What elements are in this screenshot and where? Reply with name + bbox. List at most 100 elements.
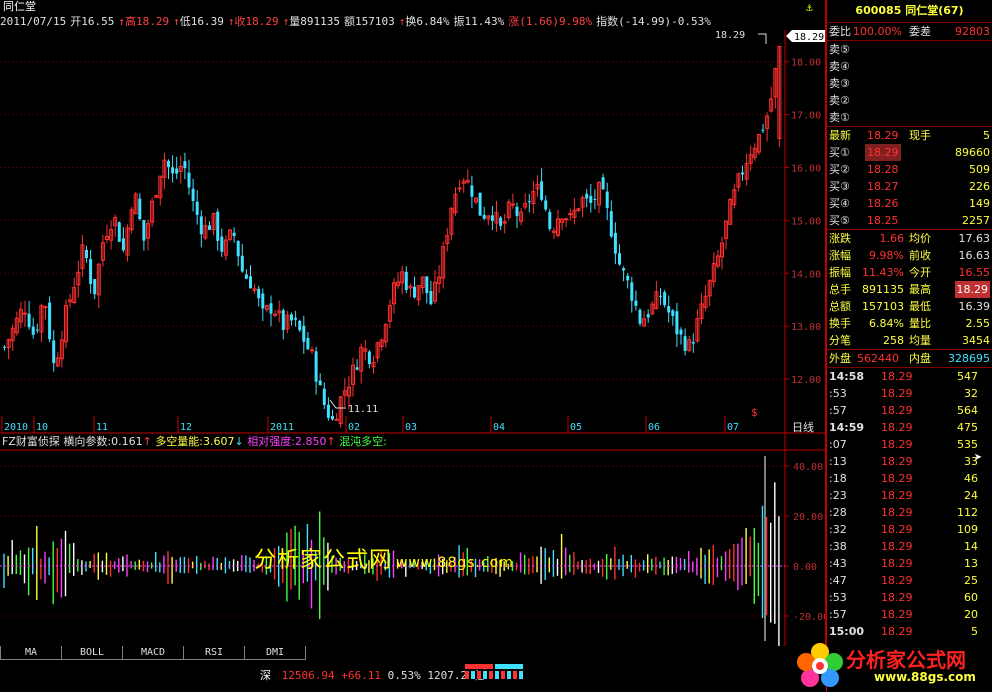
candle-body-down: [183, 161, 187, 169]
market-index[interactable]: 深 12506.94 +66.11 0.53% 1207.29亿: [260, 667, 485, 683]
candle-body-down: [93, 279, 97, 295]
bid-volume: 89660: [955, 146, 990, 159]
tick-volume: 475: [957, 421, 978, 434]
stat-value: 11.43%: [862, 266, 904, 279]
stat-row: 涨跌 1.66 均价 17.63: [827, 230, 992, 247]
candle-body-down: [404, 271, 408, 290]
amount-value: 157103: [354, 15, 395, 28]
tick-volume: 25: [964, 574, 978, 587]
candle-body-down: [679, 329, 683, 335]
site-logo: 分析家公式网 www.88gs.com: [790, 638, 992, 692]
bid-price: 18.29: [865, 144, 901, 161]
candle-body-down: [691, 341, 695, 344]
tick-volume: 109: [957, 523, 978, 536]
tick-volume: 564: [957, 404, 978, 417]
candle-body-down: [638, 309, 642, 324]
indicator-tick-label: -20.00: [793, 612, 826, 623]
tick-row: 14:59 18.29 475: [827, 419, 992, 436]
price-tick-label: 14.00: [791, 269, 821, 280]
candle-body-down: [269, 303, 273, 314]
mouse-cursor-icon: ➤: [974, 450, 983, 466]
amplitude-label: 振: [453, 15, 465, 28]
candle-body-down: [478, 192, 482, 216]
tick-price: 18.29: [881, 608, 913, 621]
tick-time: :28: [829, 506, 847, 519]
candle-body-down: [527, 201, 531, 203]
tick-price: 18.29: [881, 438, 913, 451]
stock-name: 同仁堂(67): [905, 4, 964, 17]
bid-price: 18.27: [867, 180, 899, 193]
tab-ma[interactable]: MA: [0, 646, 62, 660]
tick-volume: 46: [964, 472, 978, 485]
candle-body-down: [85, 249, 88, 258]
candle-body-down: [634, 300, 638, 306]
candle-body-down: [31, 326, 35, 335]
ask-row: 卖③: [827, 75, 992, 92]
param2-label: 多空量能:: [155, 435, 204, 448]
period-label[interactable]: 日线: [792, 420, 814, 434]
tick-price: 18.29: [881, 370, 913, 383]
tick-list[interactable]: 14:58 18.29 547:53 18.29 32:57 18.29 564 14:59 1…: [827, 368, 992, 640]
candle-body-up: [510, 203, 515, 206]
candle-body-down: [482, 214, 486, 219]
candle-body-down: [302, 325, 306, 342]
tab-boll[interactable]: BOLL: [61, 646, 123, 660]
time-label: 2010: [4, 422, 28, 433]
anchor-icon[interactable]: ⚓: [806, 1, 813, 14]
stat-row: 总手 891135 最高 18.29: [827, 281, 992, 298]
stat-label: 涨跌: [829, 232, 851, 245]
low-label: 低: [179, 15, 191, 28]
tick-time: :53: [829, 591, 847, 604]
candle-body-down: [429, 290, 433, 305]
candle-body-down: [294, 317, 298, 320]
tick-time: :18: [829, 472, 847, 485]
tab-dmi[interactable]: DMI: [244, 646, 306, 660]
price-tick-label: 13.00: [791, 322, 821, 333]
ask-label: 卖①: [829, 111, 850, 124]
candle-body-down: [244, 274, 248, 279]
tick-volume: 13: [964, 557, 978, 570]
candle-body-down: [306, 337, 310, 350]
tick-price: 18.29: [881, 506, 913, 519]
candle-body-down: [540, 181, 544, 200]
tick-time: 14:58: [829, 370, 865, 383]
time-label: 10: [36, 422, 48, 433]
time-label: 07: [727, 422, 739, 433]
flower-logo-icon: [797, 643, 843, 687]
tick-row: :57 18.29 564: [827, 402, 992, 419]
tick-row: :57 18.29 20: [827, 606, 992, 623]
candle-body-down: [257, 288, 261, 299]
bid-volume: 2257: [962, 214, 990, 227]
tick-row: :43 18.29 13: [827, 555, 992, 572]
ask-label: 卖③: [829, 77, 850, 90]
indicator-name[interactable]: FZ财富侦探: [2, 435, 60, 448]
split-marker-icon: $: [751, 406, 758, 419]
param4-label: 混沌多空:: [339, 435, 387, 448]
tab-macd[interactable]: MACD: [122, 646, 184, 660]
param1-value: 0.161: [111, 435, 143, 448]
bid-label: 买④: [829, 197, 850, 210]
candle-body-down: [490, 215, 494, 221]
bid-row: 买③ 18.27 226: [827, 178, 992, 195]
candle-body-down: [515, 206, 519, 216]
candle-body-down: [675, 311, 679, 335]
tab-rsi[interactable]: RSI: [183, 646, 245, 660]
candle-body-down: [191, 188, 195, 202]
last-label: 最新: [829, 129, 851, 142]
candle-body-down: [425, 276, 429, 294]
breadth-bar: [465, 664, 525, 682]
stat-value: 16.55: [958, 266, 991, 279]
tick-time: :38: [829, 540, 847, 553]
stat-value: 16.63: [958, 249, 991, 262]
amplitude-value: 11.43%: [464, 15, 505, 28]
tick-price: 18.29: [881, 489, 913, 502]
watermark-url: www.88gs.com: [396, 555, 514, 571]
candle-body-down: [589, 195, 593, 203]
tick-row: :32 18.29 109: [827, 521, 992, 538]
now-vol-value: 5: [983, 129, 990, 142]
candle-body-down: [281, 310, 285, 331]
bid-label: 买①: [829, 146, 850, 159]
ask-label: 卖⑤: [829, 43, 850, 56]
tick-row: :38 18.29 14: [827, 538, 992, 555]
bid-volume: 149: [969, 197, 990, 210]
